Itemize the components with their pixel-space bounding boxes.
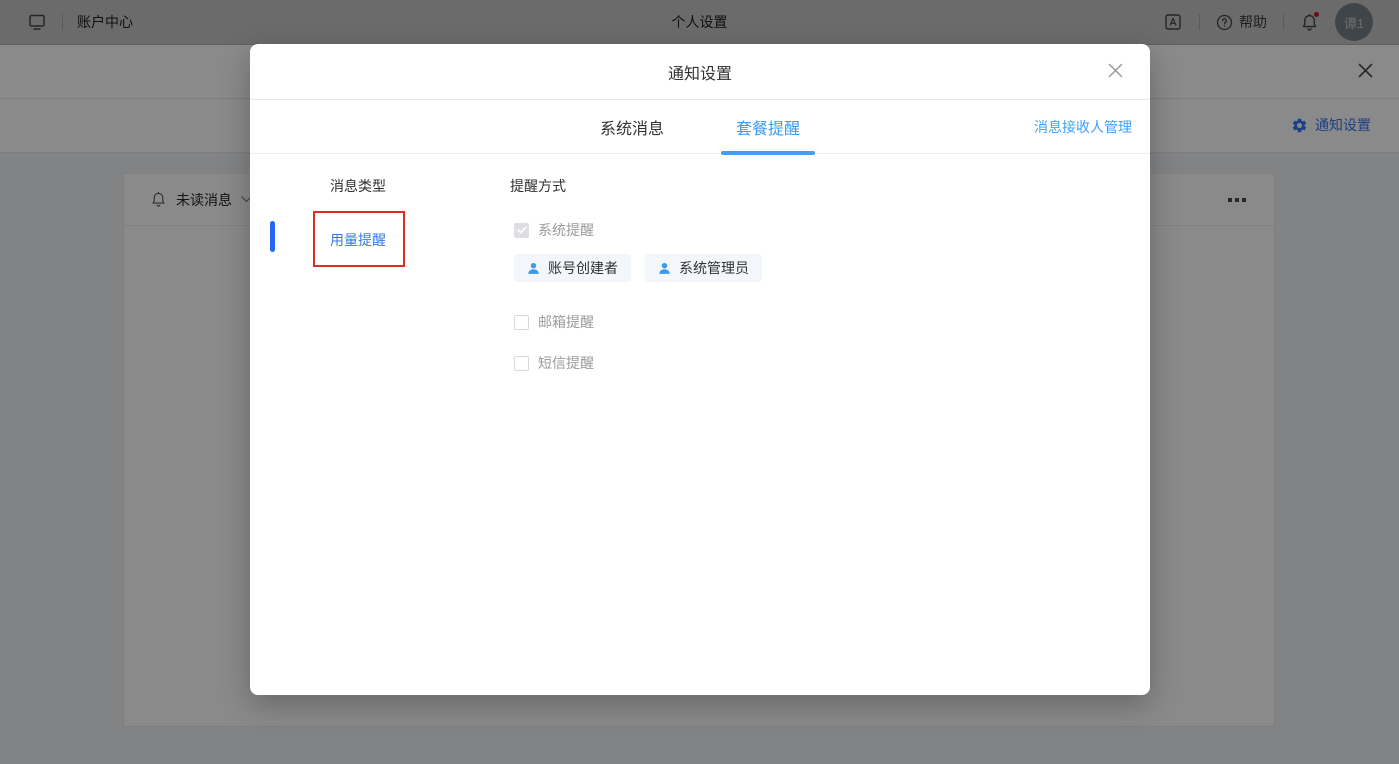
tab-label: 系统消息 [600,115,664,139]
modal-close-icon[interactable] [1107,62,1124,79]
navbar-mask [0,0,1399,45]
checkbox-email-reminder[interactable] [514,315,529,330]
check-icon [517,226,527,234]
tab-label: 套餐提醒 [736,115,800,139]
tab-system-messages[interactable]: 系统消息 [585,100,679,154]
active-menu-indicator [270,221,275,252]
person-icon [527,262,540,275]
reminder-method-header: 提醒方式 [510,176,566,196]
tab-plan-reminder[interactable]: 套餐提醒 [721,100,815,154]
notification-settings-modal: 通知设置 系统消息 套餐提醒 消息接收人管理 消息类型 提醒方式 用量提醒 [250,44,1150,695]
recipient-tag-label: 账号创建者 [548,258,618,278]
method-label-sms: 短信提醒 [538,353,594,373]
recipient-tag-label: 系统管理员 [679,258,749,278]
recipient-tag-system-admin[interactable]: 系统管理员 [645,254,762,282]
screen: 账户中心 个人设置 帮助 [0,0,1399,764]
recipient-tags: 账号创建者 系统管理员 [514,254,762,282]
method-label-email: 邮箱提醒 [538,312,594,332]
modal-title: 通知设置 [668,60,732,84]
method-row-sms: 短信提醒 [514,353,594,373]
message-type-header: 消息类型 [330,176,386,196]
person-icon [658,262,671,275]
checkbox-sms-reminder[interactable] [514,356,529,371]
modal-tabbar: 系统消息 套餐提醒 消息接收人管理 [250,100,1150,154]
menu-item-usage-reminder[interactable]: 用量提醒 [330,230,386,250]
modal-body: 消息类型 提醒方式 用量提醒 系统提醒 账号 [250,154,1150,694]
checkbox-system-reminder[interactable] [514,223,529,238]
method-row-email: 邮箱提醒 [514,312,594,332]
method-label-system: 系统提醒 [538,220,594,240]
manage-recipients-link[interactable]: 消息接收人管理 [1034,100,1132,154]
modal-header: 通知设置 [250,44,1150,100]
recipient-tag-account-creator[interactable]: 账号创建者 [514,254,631,282]
method-row-system: 系统提醒 [514,220,594,240]
